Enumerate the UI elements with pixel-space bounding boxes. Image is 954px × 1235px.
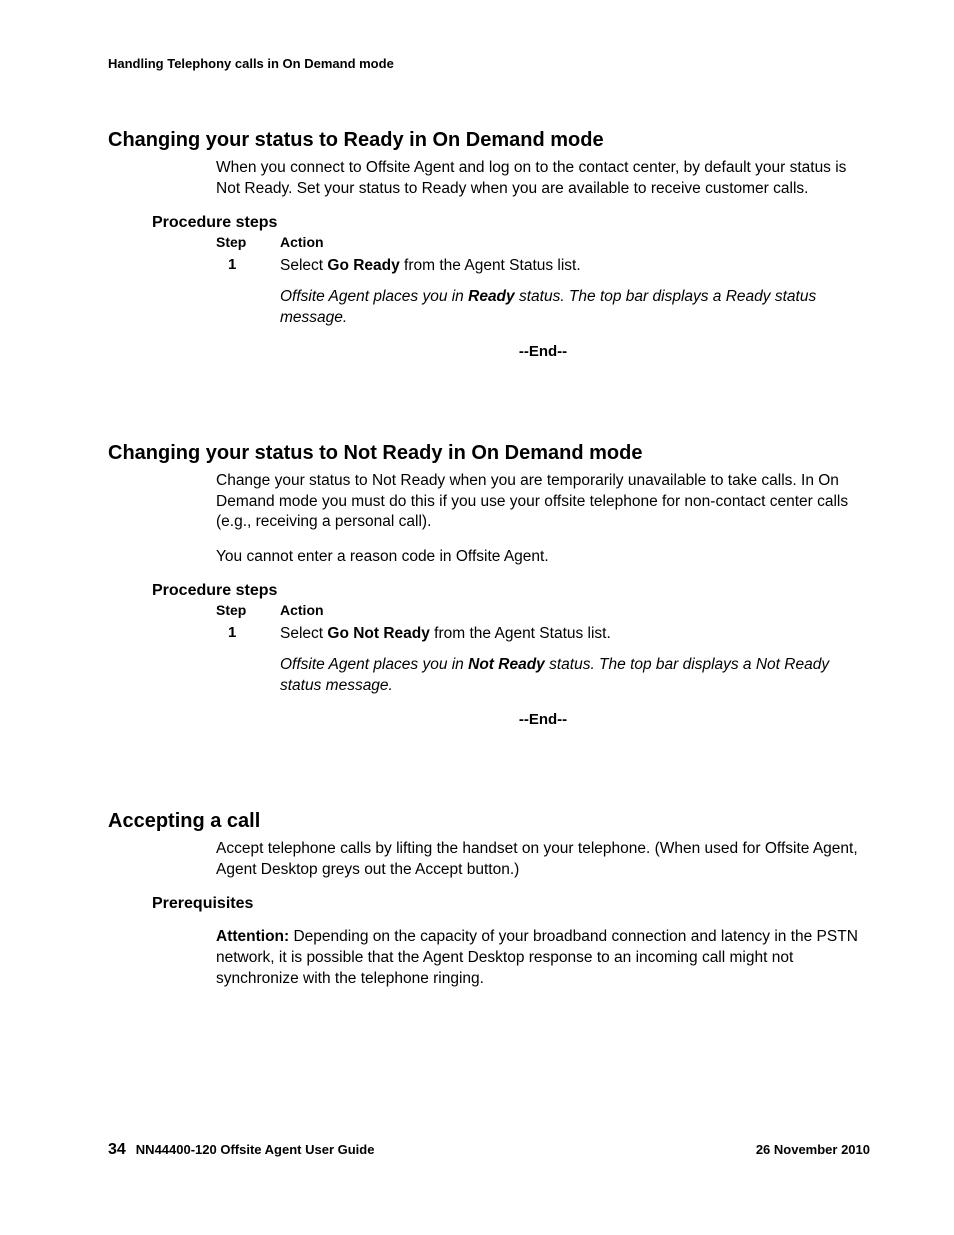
section-intro: Change your status to Not Ready when you… (216, 471, 870, 534)
step-number: 1 (216, 624, 280, 645)
prerequisites-heading: Prerequisites (152, 895, 870, 913)
step-result: Offsite Agent places you in Ready status… (280, 287, 870, 329)
footer-date: 26 November 2010 (756, 1142, 870, 1157)
doc-title: NN44400-120 Offsite Agent User Guide (136, 1142, 375, 1157)
page-number: 34 (108, 1141, 126, 1158)
table-row: 1 Select Go Not Ready from the Agent Sta… (216, 624, 870, 645)
step-action: Select Go Not Ready from the Agent Statu… (280, 624, 870, 645)
step-action: Select Go Ready from the Agent Status li… (280, 256, 870, 277)
col-header-action: Action (280, 602, 870, 618)
table-row: 1 Select Go Ready from the Agent Status … (216, 256, 870, 277)
section-title-accepting: Accepting a call (108, 810, 870, 833)
page-footer: 34 NN44400-120 Offsite Agent User Guide 2… (108, 1141, 870, 1159)
section-intro: Accept telephone calls by lifting the ha… (216, 839, 870, 881)
col-header-action: Action (280, 234, 870, 250)
end-marker: --End-- (216, 711, 870, 728)
col-header-step: Step (216, 234, 280, 250)
step-table: Step Action 1 Select Go Ready from the A… (216, 234, 870, 360)
document-page: Handling Telephony calls in On Demand mo… (0, 0, 954, 1235)
step-table: Step Action 1 Select Go Not Ready from t… (216, 602, 870, 728)
section-title-ready: Changing your status to Ready in On Dema… (108, 129, 870, 152)
procedure-steps-heading: Procedure steps (152, 214, 870, 232)
section-title-not-ready: Changing your status to Not Ready in On … (108, 442, 870, 465)
section-intro: When you connect to Offsite Agent and lo… (216, 158, 870, 200)
running-header: Handling Telephony calls in On Demand mo… (108, 56, 870, 71)
step-number: 1 (216, 256, 280, 277)
footer-left: 34 NN44400-120 Offsite Agent User Guide (108, 1141, 374, 1159)
col-header-step: Step (216, 602, 280, 618)
procedure-steps-heading: Procedure steps (152, 582, 870, 600)
step-result: Offsite Agent places you in Not Ready st… (280, 655, 870, 697)
attention-note: Attention: Depending on the capacity of … (216, 927, 870, 990)
end-marker: --End-- (216, 343, 870, 360)
section-intro-2: You cannot enter a reason code in Offsit… (216, 547, 870, 568)
